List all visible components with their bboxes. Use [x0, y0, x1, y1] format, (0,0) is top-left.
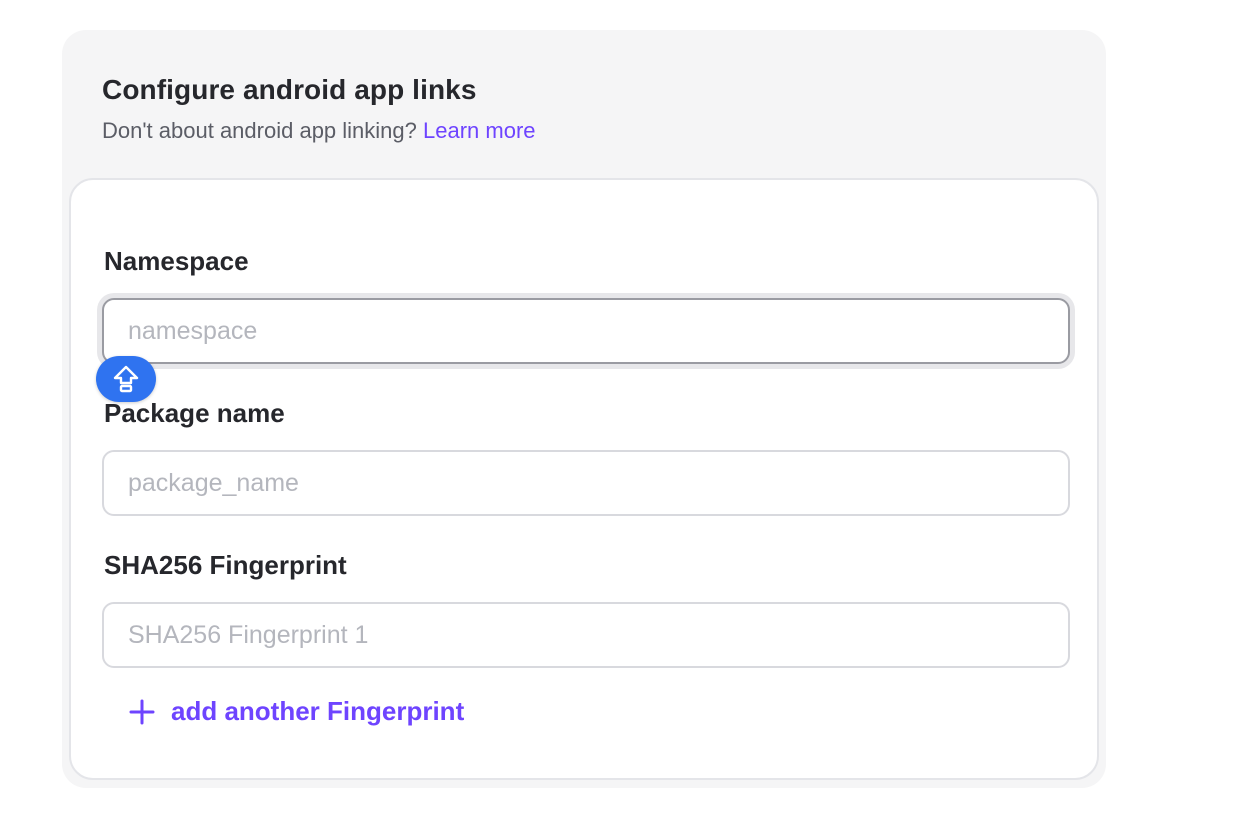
add-fingerprint-button[interactable]: add another Fingerprint: [127, 696, 464, 727]
panel-title: Configure android app links: [102, 74, 477, 105]
fingerprint-label: SHA256 Fingerprint: [104, 550, 347, 580]
form-card: Namespace Package name SHA256 Fingerprin…: [69, 178, 1099, 780]
panel-subtitle: Don't about android app linking? Learn m…: [102, 118, 536, 144]
package-name-label: Package name: [104, 398, 285, 428]
fingerprint-input[interactable]: [102, 602, 1070, 668]
learn-more-link[interactable]: Learn more: [423, 118, 536, 143]
shift-arrow-icon: [113, 365, 139, 393]
android-app-links-panel: Configure android app links Don't about …: [62, 30, 1106, 788]
floating-shift-button[interactable]: [96, 356, 156, 402]
package-name-input[interactable]: [102, 450, 1070, 516]
namespace-label: Namespace: [104, 246, 249, 276]
plus-icon: [129, 699, 155, 724]
namespace-input[interactable]: [102, 298, 1070, 364]
add-fingerprint-label: add another Fingerprint: [171, 696, 465, 726]
subtitle-text: Don't about android app linking?: [102, 118, 417, 143]
